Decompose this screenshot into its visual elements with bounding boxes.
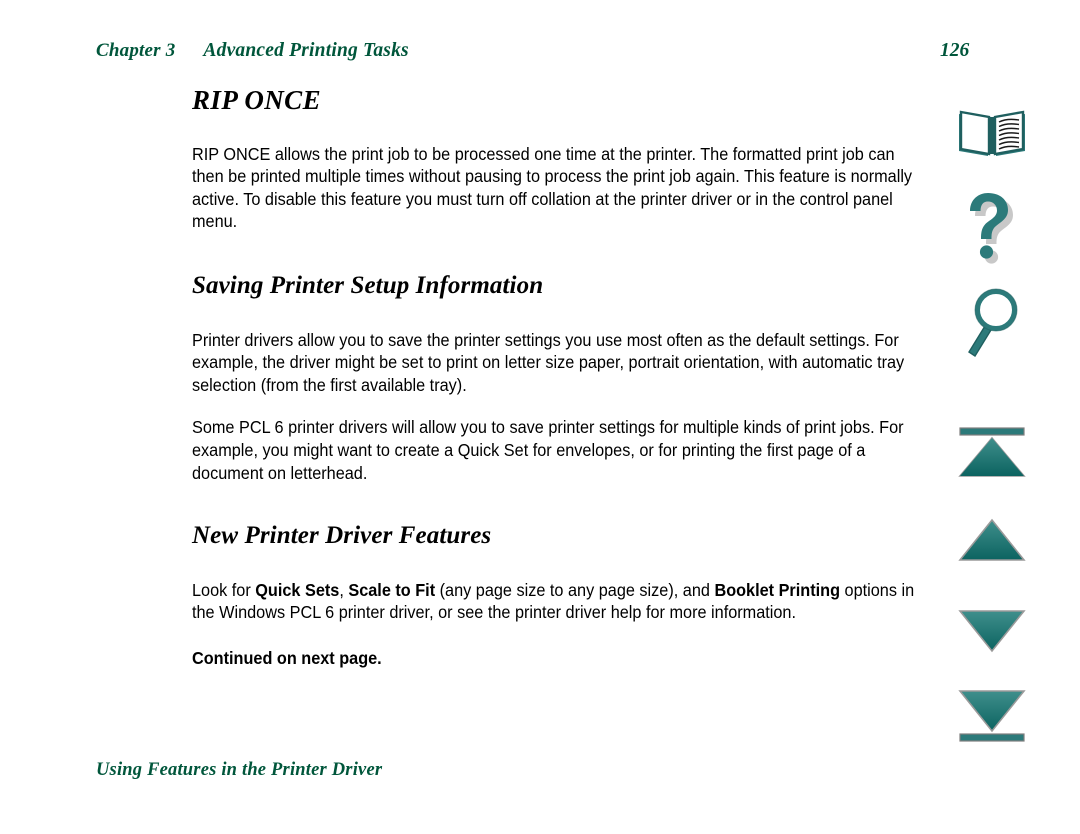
emphasis-scale-to-fit: Scale to Fit [348,579,436,600]
section-heading-new-printer-driver-features: New Printer Driver Features [192,522,492,550]
table-of-contents-icon[interactable] [955,108,1029,162]
search-icon[interactable] [959,288,1025,360]
section-heading-rip-once: RIP ONCE [192,85,321,115]
go-to-last-page-button[interactable] [940,686,1044,748]
table-of-contents-button[interactable] [940,104,1044,166]
paragraph-pcl6-quick-sets: Some PCL 6 printer drivers will allow yo… [192,417,904,483]
paragraph-printer-drivers-defaults: Printer drivers allow you to save the pr… [192,329,905,395]
go-to-last-page-icon[interactable] [952,687,1032,747]
navigation-rail [940,100,1050,780]
emphasis-quick-sets: Quick Sets [255,579,340,600]
help-button[interactable] [940,192,1044,268]
paragraph-text-run-3: (any page size to any page size), and [435,579,715,600]
next-page-icon[interactable] [952,606,1032,656]
next-page-button[interactable] [940,600,1044,662]
document-page: Chapter 3 Advanced Printing Tasks 126 RI… [0,0,1080,834]
paragraph-text-run-1: Look for [192,579,256,600]
go-to-first-page-button[interactable] [940,422,1044,484]
header-chapter-label: Chapter 3 [96,40,176,61]
emphasis-booklet-printing: Booklet Printing [714,579,841,600]
paragraph-text-run-2: , [339,579,349,600]
search-button[interactable] [940,286,1044,362]
page-footer: Using Features in the Printer Driver [96,760,383,780]
section-heading-saving-printer-setup-information: Saving Printer Setup Information [192,272,544,300]
paragraph-new-driver-features: Look for Quick Sets, Scale to Fit (any p… [192,579,918,624]
page-content: RIP ONCE RIP ONCE allows the print job t… [192,85,918,669]
page-number: 126 [940,40,970,61]
paragraph-rip-once: RIP ONCE allows the print job to be proc… [192,143,913,232]
previous-page-icon[interactable] [952,516,1032,566]
go-to-first-page-icon[interactable] [952,424,1032,482]
header-chapter-title: Advanced Printing Tasks [203,40,409,61]
previous-page-button[interactable] [940,510,1044,572]
help-icon[interactable] [962,193,1022,267]
page-header: Chapter 3 Advanced Printing Tasks 126 [96,40,986,62]
continued-on-next-page-note: Continued on next page. [192,647,382,668]
